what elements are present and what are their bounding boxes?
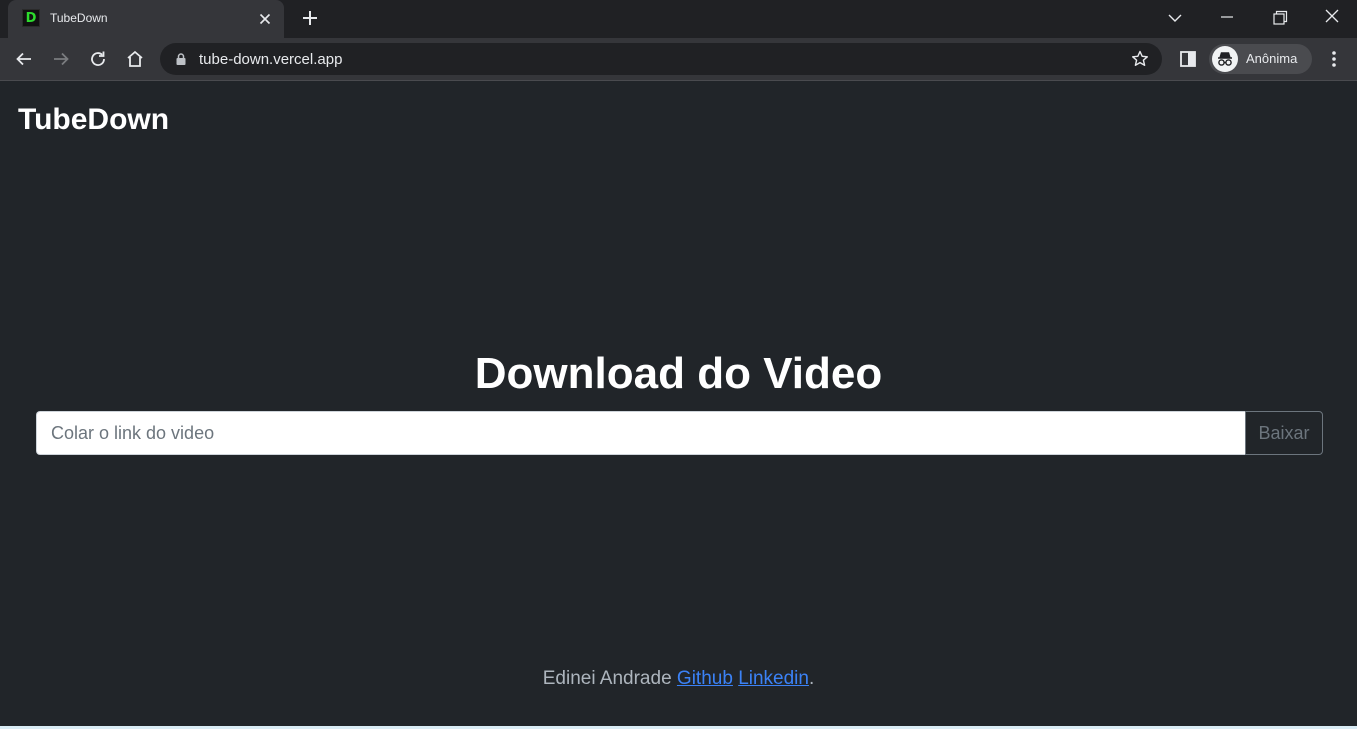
- download-button[interactable]: Baixar: [1245, 411, 1323, 455]
- home-icon[interactable]: [124, 48, 146, 70]
- tab-strip: D TubeDown: [0, 0, 1357, 38]
- minimize-icon[interactable]: [1215, 6, 1239, 30]
- tab-search-icon[interactable]: [1163, 6, 1187, 30]
- browser-toolbar: tube-down.vercel.app Anônima: [0, 38, 1357, 80]
- profile-label: Anônima: [1246, 51, 1298, 66]
- forward-icon[interactable]: [50, 48, 72, 70]
- bookmark-star-icon[interactable]: [1130, 49, 1150, 69]
- back-icon[interactable]: [13, 48, 35, 70]
- video-link-input[interactable]: [36, 411, 1245, 455]
- profile-button[interactable]: Anônima: [1209, 44, 1312, 74]
- tab-title: TubeDown: [50, 11, 108, 25]
- url-text[interactable]: tube-down.vercel.app: [199, 51, 342, 68]
- download-form: Baixar: [36, 411, 1323, 455]
- navbar-brand[interactable]: TubeDown: [18, 103, 169, 137]
- footer: Edinei Andrade Github Linkedin.: [0, 668, 1357, 690]
- address-bar[interactable]: tube-down.vercel.app: [160, 43, 1162, 75]
- lock-icon[interactable]: [174, 52, 188, 66]
- footer-author: Edinei Andrade: [542, 668, 672, 689]
- tab-favicon: D: [22, 9, 40, 27]
- footer-period: .: [808, 668, 815, 689]
- new-tab-icon[interactable]: [300, 8, 320, 28]
- tab-close-icon[interactable]: [256, 10, 274, 28]
- browser-tab[interactable]: D TubeDown: [8, 0, 284, 38]
- more-menu-icon[interactable]: [1324, 48, 1344, 70]
- side-panel-icon[interactable]: [1177, 48, 1199, 70]
- github-link[interactable]: Github: [677, 668, 733, 689]
- reload-icon[interactable]: [87, 48, 109, 70]
- restore-icon[interactable]: [1268, 6, 1292, 30]
- incognito-icon: [1212, 46, 1238, 72]
- linkedin-link[interactable]: Linkedin: [738, 668, 809, 689]
- page-content: TubeDown Download do Video Baixar Edinei…: [0, 81, 1357, 726]
- page-title: Download do Video: [474, 349, 883, 398]
- window-close-icon[interactable]: [1320, 6, 1344, 30]
